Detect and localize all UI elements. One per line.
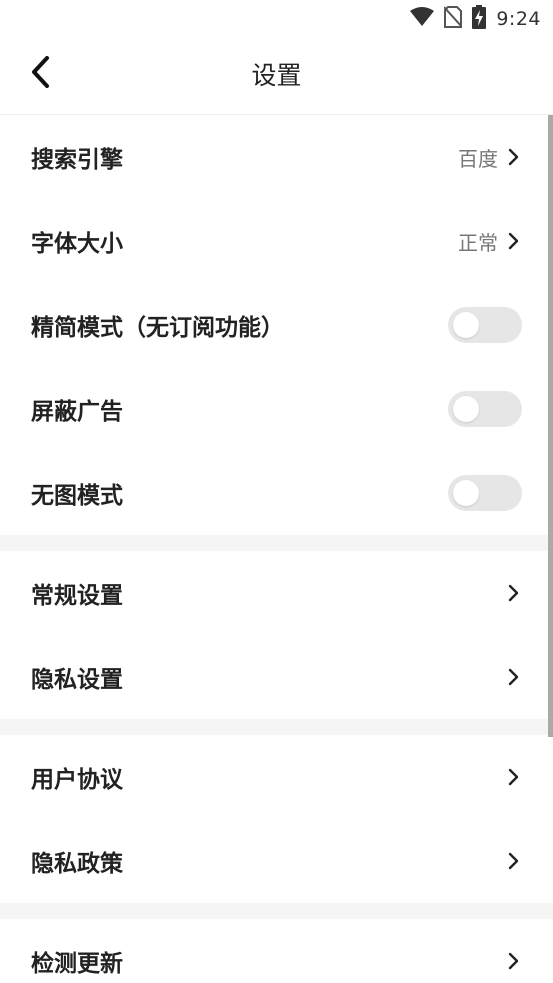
settings-list: 搜索引擎 百度 字体大小 正常 精简模式（无订阅功能） 屏蔽广告 无图模式 常规… (0, 115, 553, 983)
battery-charging-icon (472, 5, 487, 33)
setting-label: 精简模式（无订阅功能） (31, 315, 284, 341)
chevron-right-icon (506, 950, 522, 972)
setting-check-update[interactable]: 检测更新 (0, 919, 553, 983)
setting-label: 无图模式 (31, 483, 123, 509)
chevron-right-icon (506, 146, 522, 168)
setting-general[interactable]: 常规设置 (0, 551, 553, 635)
settings-group-legal: 用户协议 隐私政策 (0, 735, 553, 903)
back-button[interactable] (18, 52, 62, 96)
setting-privacy[interactable]: 隐私设置 (0, 635, 553, 719)
setting-label: 隐私政策 (31, 851, 123, 877)
status-icons: 9:24 (410, 5, 541, 33)
setting-label: 检测更新 (31, 951, 123, 977)
setting-label: 屏蔽广告 (31, 399, 123, 425)
chevron-right-icon (506, 230, 522, 252)
chevron-right-icon (506, 850, 522, 872)
header: 设置 (0, 38, 553, 115)
toggle-knob (453, 396, 479, 422)
page-title: 设置 (251, 61, 302, 90)
setting-value: 正常 (458, 230, 498, 255)
setting-label: 用户协议 (31, 767, 123, 793)
settings-group-display: 搜索引擎 百度 字体大小 正常 精简模式（无订阅功能） 屏蔽广告 无图模式 (0, 115, 553, 535)
lite-mode-toggle[interactable] (448, 307, 522, 343)
chevron-right-icon (506, 582, 522, 604)
settings-group-update: 检测更新 (0, 919, 553, 983)
chevron-right-icon (506, 766, 522, 788)
setting-lite-mode: 精简模式（无订阅功能） (0, 283, 553, 367)
scrollbar[interactable] (548, 115, 553, 737)
no-sim-icon (443, 6, 464, 32)
block-ads-toggle[interactable] (448, 391, 522, 427)
status-bar: 9:24 (0, 0, 553, 38)
setting-label: 常规设置 (31, 583, 123, 609)
status-time: 9:24 (496, 8, 541, 30)
setting-search-engine[interactable]: 搜索引擎 百度 (0, 115, 553, 199)
group-divider (0, 535, 553, 551)
setting-block-ads: 屏蔽广告 (0, 367, 553, 451)
chevron-right-icon (506, 666, 522, 688)
chevron-left-icon (30, 56, 50, 92)
setting-no-image-mode: 无图模式 (0, 451, 553, 535)
wifi-icon (410, 7, 435, 31)
settings-group-general: 常规设置 隐私设置 (0, 551, 553, 719)
setting-font-size[interactable]: 字体大小 正常 (0, 199, 553, 283)
setting-value: 百度 (458, 146, 498, 171)
toggle-knob (453, 480, 479, 506)
setting-user-agreement[interactable]: 用户协议 (0, 735, 553, 819)
group-divider (0, 903, 553, 919)
setting-label: 字体大小 (31, 231, 123, 257)
setting-label: 搜索引擎 (31, 147, 123, 173)
no-image-mode-toggle[interactable] (448, 475, 522, 511)
setting-label: 隐私设置 (31, 667, 123, 693)
setting-privacy-policy[interactable]: 隐私政策 (0, 819, 553, 903)
group-divider (0, 719, 553, 735)
toggle-knob (453, 312, 479, 338)
